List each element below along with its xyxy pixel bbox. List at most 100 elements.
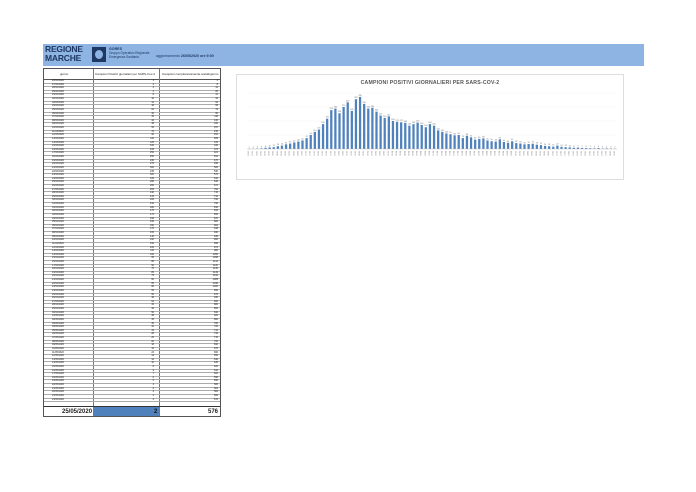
chart-bar	[321, 124, 325, 149]
bar-data-label: 42	[293, 140, 296, 142]
x-tick-label: 24/03	[359, 151, 361, 156]
bar-data-label: 14	[560, 145, 563, 147]
x-tick-label: 29/04	[507, 151, 509, 156]
chart-bar	[494, 141, 497, 149]
chart-bar	[502, 142, 506, 149]
x-tick-label: 03/04	[400, 151, 402, 156]
chart-bar	[527, 144, 530, 149]
chart-bar	[449, 134, 452, 149]
table-row: 24/05/2020 3 578	[44, 398, 220, 403]
x-tick-label: 18/05	[585, 151, 587, 156]
x-tick-label: 29/02	[260, 151, 262, 156]
x-tick-label: 07/03	[289, 151, 291, 156]
bar-data-label: 210	[387, 114, 391, 116]
chart-bar	[408, 125, 411, 149]
bar-data-label: 22	[281, 144, 284, 146]
col-header-positive: Campioni Positivi giornalieri per SARS-C…	[95, 72, 156, 76]
bar-data-label: 70	[305, 136, 308, 138]
chart-bar	[428, 124, 432, 149]
bar-data-label: 18	[277, 144, 280, 146]
bar-data-label: 22	[556, 144, 559, 146]
x-tick-label: 17/03	[330, 151, 332, 156]
bar-data-label: 55	[301, 138, 304, 140]
cell-date: 24/05/2020	[52, 397, 64, 401]
chart-bar	[371, 107, 374, 149]
x-tick-label: 10/04	[429, 151, 431, 156]
x-tick-label: 15/05	[573, 151, 575, 156]
bar-data-label: 70	[462, 136, 465, 138]
bar-data-label: 7	[581, 146, 583, 148]
x-tick-label: 02/04	[396, 151, 398, 156]
update-label: aggiornamento	[156, 54, 180, 58]
chart-bar	[461, 138, 464, 149]
bar-data-label: 230	[338, 111, 342, 113]
chart-bar	[482, 138, 485, 149]
region-emblem-icon	[92, 47, 106, 62]
chart-bar	[498, 139, 501, 149]
bar-data-label: 48	[495, 140, 498, 142]
cell-positive: 3	[152, 397, 154, 401]
x-tick-label: 26/04	[495, 151, 497, 156]
x-tick-label: 14/05	[569, 151, 571, 156]
x-tick-label: 27/02	[252, 151, 254, 156]
x-tick-label: 24/05	[610, 151, 612, 156]
bar-data-label: 62	[499, 137, 502, 139]
x-tick-label: 16/03	[326, 151, 328, 156]
chart-bar	[342, 107, 345, 149]
bar-data-label: 4	[606, 146, 608, 148]
chart-bar	[523, 144, 526, 149]
x-tick-label: 22/05	[602, 151, 604, 156]
chart-bar	[416, 122, 419, 149]
update-timestamp: aggiornamento 26/05/2020 ore 9:00	[156, 54, 214, 58]
bar-data-label: 95	[449, 132, 452, 134]
chart-bar	[511, 141, 514, 149]
bar-data-label: 150	[432, 124, 436, 126]
x-tick-label: 23/03	[355, 151, 357, 156]
bar-data-label: 68	[482, 136, 485, 138]
x-tick-label: 14/03	[318, 151, 320, 156]
x-tick-label: 04/04	[404, 151, 406, 156]
x-tick-label: 01/04	[392, 151, 394, 156]
bar-data-label: 35	[289, 142, 292, 144]
bar-data-label: 50	[511, 139, 514, 141]
chart-bar	[469, 137, 473, 149]
bar-data-label: 75	[470, 135, 473, 137]
chart-bar	[453, 135, 456, 149]
bar-data-label: 50	[490, 139, 493, 141]
x-tick-label: 30/03	[384, 151, 386, 156]
chart-bar	[441, 131, 444, 149]
bar-data-label: 28	[536, 143, 539, 145]
chart-bar	[346, 102, 349, 149]
positive-samples-chart: CAMPIONI POSITIVI GIORNALIERI PER SARS-C…	[236, 74, 624, 180]
bar-data-label: 195	[325, 117, 329, 119]
chart-bar	[465, 135, 469, 149]
x-tick-label: 28/04	[503, 151, 505, 156]
bar-data-label: 2	[253, 147, 255, 149]
chart-bar	[338, 113, 341, 149]
chart-bar	[293, 142, 296, 149]
x-tick-label: 28/02	[256, 151, 258, 156]
x-tick-label: 04/03	[277, 151, 279, 156]
bar-data-label: 12	[273, 145, 276, 147]
x-tick-label: 07/05	[540, 151, 542, 156]
x-tick-label: 09/05	[548, 151, 550, 156]
x-tick-label: 12/05	[561, 151, 563, 156]
x-tick-label: 24/04	[487, 151, 489, 156]
chart-bar	[276, 146, 279, 149]
bar-data-label: 10	[569, 145, 572, 147]
bar-data-label: 35	[519, 142, 522, 144]
chart-bar	[486, 140, 489, 149]
x-tick-label: 02/03	[269, 151, 271, 156]
chart-bar	[515, 143, 518, 149]
bar-data-label: 8	[265, 146, 267, 148]
chart-bar	[301, 140, 304, 149]
bar-data-label: 32	[527, 142, 530, 144]
total-date: 25/05/2020	[62, 408, 93, 415]
chart-bar	[280, 145, 284, 149]
bar-data-label: 140	[424, 125, 428, 127]
bar-data-label: 15	[552, 145, 555, 147]
bar-data-label: 55	[486, 138, 489, 140]
x-tick-label: 07/04	[417, 151, 419, 156]
x-tick-label: 05/04	[408, 151, 410, 156]
total-tested: 576	[207, 408, 218, 415]
